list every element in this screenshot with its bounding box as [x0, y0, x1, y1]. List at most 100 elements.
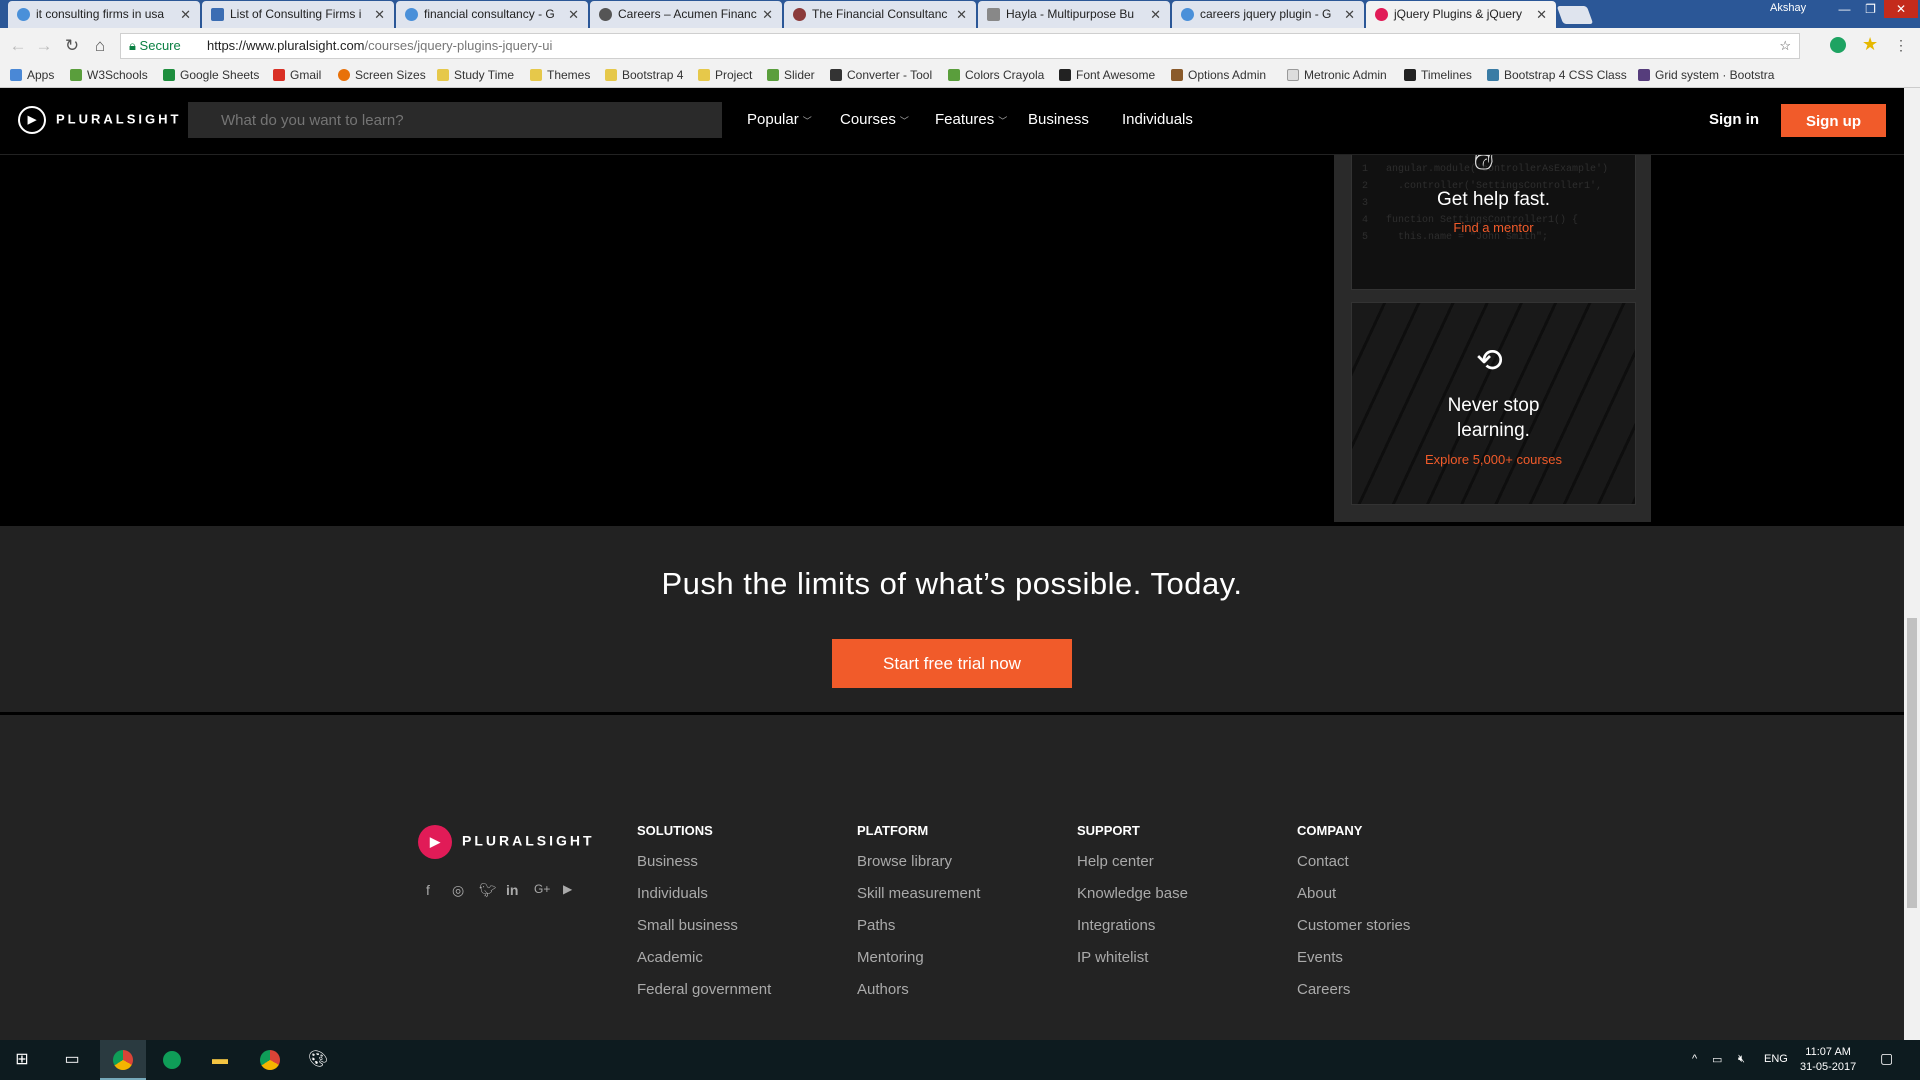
volume-mute-icon[interactable]: 🔇︎ [1738, 1053, 1745, 1066]
language-indicator[interactable]: ENG [1764, 1053, 1788, 1065]
browser-tab[interactable]: The Financial Consultanc ✕ [784, 1, 976, 28]
footer-link[interactable]: Events [1297, 948, 1410, 980]
footer-link[interactable]: Federal government [637, 980, 771, 1012]
bookmark-star-icon[interactable]: ★ [1862, 35, 1878, 53]
clock[interactable]: 11:07 AM 31-05-2017 [1800, 1045, 1856, 1075]
chrome-icon[interactable] [109, 1046, 137, 1074]
browser-tab[interactable]: Hayla - Multipurpose Bu ✕ [978, 1, 1170, 28]
close-icon[interactable]: ✕ [568, 1, 579, 28]
bookmark-item[interactable]: Font Awesome [1059, 68, 1155, 82]
scrollbar-thumb[interactable] [1907, 618, 1917, 908]
instagram-icon[interactable]: ◎ [452, 882, 464, 899]
browser-tab[interactable]: careers jquery plugin - G ✕ [1172, 1, 1364, 28]
footer-link[interactable]: Business [637, 852, 771, 884]
footer-link[interactable]: IP whitelist [1077, 948, 1188, 980]
bookmark-folder[interactable]: Study Time [437, 68, 514, 82]
footer-link[interactable]: About [1297, 884, 1410, 916]
footer-link[interactable]: Paths [857, 916, 980, 948]
twitter-icon[interactable]: 🐦︎ [479, 882, 497, 899]
search-input[interactable] [188, 102, 722, 138]
footer-link[interactable]: Skill measurement [857, 884, 980, 916]
nav-courses[interactable]: Courses ﹀ [840, 111, 909, 128]
close-window-icon[interactable]: ✕ [1884, 0, 1918, 18]
learn-card[interactable]: ⟲ Never stop learning. Explore 5,000+ co… [1351, 302, 1636, 505]
back-icon[interactable]: ← [8, 36, 28, 56]
bookmark-item[interactable]: Google Sheets [163, 68, 259, 82]
bookmark-item[interactable]: Apps [10, 68, 54, 82]
bookmark-folder[interactable]: Bootstrap 4 [605, 68, 683, 82]
footer-link[interactable]: Small business [637, 916, 771, 948]
close-icon[interactable]: ✕ [956, 1, 967, 28]
footer-link[interactable]: Authors [857, 980, 980, 1012]
close-icon[interactable]: ✕ [180, 1, 191, 28]
windows-start-icon[interactable]: ⊞ [8, 1046, 36, 1074]
bookmark-item[interactable]: Grid system · Bootstra [1638, 68, 1774, 82]
bookmark-item[interactable]: Options Admin [1171, 68, 1266, 82]
sign-up-button[interactable]: Sign up [1781, 104, 1886, 137]
browser-tab-active[interactable]: jQuery Plugins & jQuery ✕ [1366, 1, 1556, 28]
new-tab-button[interactable] [1556, 6, 1594, 24]
footer-link[interactable]: Customer stories [1297, 916, 1410, 948]
bookmark-item[interactable]: Timelines [1404, 68, 1472, 82]
chevron-up-icon[interactable]: ^ [1692, 1053, 1697, 1065]
nav-popular[interactable]: Popular ﹀ [747, 111, 812, 128]
star-icon[interactable]: ☆ [1779, 34, 1791, 58]
close-icon[interactable]: ✕ [762, 1, 773, 28]
bookmark-item[interactable]: Colors Crayola [948, 68, 1044, 82]
hangouts-icon[interactable] [158, 1046, 186, 1074]
close-icon[interactable]: ✕ [1536, 1, 1547, 28]
footer-link[interactable]: Contact [1297, 852, 1410, 884]
forward-icon[interactable]: → [34, 36, 54, 56]
network-icon[interactable]: ▭ [1712, 1053, 1722, 1066]
footer-link[interactable]: Integrations [1077, 916, 1188, 948]
bookmark-item[interactable]: Metronic Admin [1287, 68, 1387, 82]
linkedin-icon[interactable]: in [506, 882, 518, 898]
close-icon[interactable]: ✕ [374, 1, 385, 28]
footer-link[interactable]: Careers [1297, 980, 1410, 1012]
close-icon[interactable]: ✕ [1150, 1, 1161, 28]
footer-logo[interactable]: ▶ PLURALSIGHT [418, 825, 595, 859]
bookmark-folder[interactable]: Project [698, 68, 752, 82]
notifications-icon[interactable]: ▢ [1880, 1050, 1893, 1067]
explore-courses-link[interactable]: Explore 5,000+ courses [1352, 452, 1635, 467]
footer-link[interactable]: Browse library [857, 852, 980, 884]
browser-tab[interactable]: Careers – Acumen Financ ✕ [590, 1, 782, 28]
paint-icon[interactable]: 🎨︎ [304, 1046, 332, 1074]
chrome-icon[interactable] [256, 1046, 284, 1074]
nav-individuals[interactable]: Individuals [1122, 111, 1193, 128]
extension-icon[interactable] [1830, 37, 1846, 53]
secure-badge[interactable]: 🔒︎ Secure [129, 34, 181, 58]
footer-link[interactable]: Mentoring [857, 948, 980, 980]
nav-features[interactable]: Features ﹀ [935, 111, 1007, 128]
menu-icon[interactable]: ⋮ [1894, 37, 1910, 53]
footer-link[interactable]: Academic [637, 948, 771, 980]
url-field[interactable]: 🔒︎ Secure https://www.pluralsight.com/co… [120, 33, 1800, 59]
restore-icon[interactable]: ❐ [1858, 0, 1883, 18]
browser-tab[interactable]: List of Consulting Firms i ✕ [202, 1, 394, 28]
minimize-icon[interactable]: — [1832, 0, 1857, 18]
bookmark-item[interactable]: Gmail [273, 68, 321, 82]
close-icon[interactable]: ✕ [1344, 1, 1355, 28]
youtube-icon[interactable]: ▶ [563, 882, 572, 896]
footer-link[interactable]: Knowledge base [1077, 884, 1188, 916]
browser-tab[interactable]: it consulting firms in usa ✕ [8, 1, 200, 28]
profile-name[interactable]: Akshay [1770, 2, 1806, 14]
reload-icon[interactable]: ↻ [62, 36, 82, 56]
home-icon[interactable]: ⌂ [90, 36, 110, 56]
nav-business[interactable]: Business [1028, 111, 1089, 128]
browser-tab[interactable]: financial consultancy - G ✕ [396, 1, 588, 28]
task-view-icon[interactable]: ▭ [58, 1046, 86, 1074]
bookmark-item[interactable]: W3Schools [70, 68, 148, 82]
google-plus-icon[interactable]: G+ [534, 882, 550, 896]
file-explorer-icon[interactable]: ▬ [206, 1046, 234, 1074]
page-scrollbar[interactable] [1904, 88, 1920, 1040]
footer-link[interactable]: Individuals [637, 884, 771, 916]
sign-in-link[interactable]: Sign in [1709, 111, 1759, 128]
start-free-trial-button[interactable]: Start free trial now [832, 639, 1072, 688]
bookmark-item[interactable]: Screen Sizes [338, 68, 426, 82]
footer-link[interactable]: Help center [1077, 852, 1188, 884]
pluralsight-logo[interactable]: ▶ PLURALSIGHT [18, 106, 181, 134]
find-mentor-link[interactable]: Find a mentor [1352, 220, 1635, 235]
bookmark-item[interactable]: Bootstrap 4 CSS Class [1487, 68, 1627, 82]
bookmark-folder[interactable]: Themes [530, 68, 590, 82]
